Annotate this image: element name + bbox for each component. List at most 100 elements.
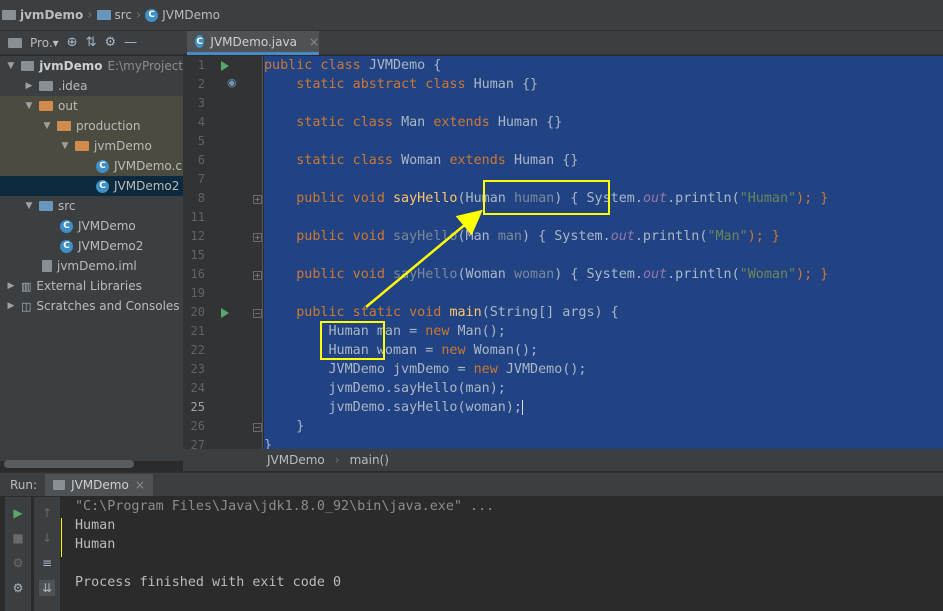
stop-icon[interactable]: ■ — [10, 530, 26, 546]
code-token: .println( — [634, 229, 708, 244]
breadcrumb-class[interactable]: JVMDemo — [267, 453, 325, 467]
nav-file-label: JVMDemo — [162, 8, 220, 22]
collapse-icon[interactable]: ⇅ — [86, 35, 97, 50]
breadcrumb-separator-icon: › — [334, 453, 340, 467]
breadcrumb-method[interactable]: main() — [350, 453, 389, 467]
fold-icon[interactable]: + — [253, 195, 262, 204]
settings-icon[interactable]: ⚙ — [10, 580, 26, 596]
fold-icon[interactable]: + — [253, 271, 262, 280]
tree-label: JVMDemo.c — [114, 159, 182, 173]
code-token: out — [610, 229, 635, 244]
code-editor[interactable]: public class JVMDemo { static abstract c… — [264, 56, 943, 449]
tree-item-scratches[interactable]: ▶ ◫ Scratches and Consoles — [0, 296, 183, 316]
tree-item-class-file-selected[interactable]: C JVMDemo2 — [0, 176, 183, 196]
code-token: sayHello — [393, 229, 458, 244]
line-number: 22 — [190, 343, 205, 357]
tree-label: jvmDemo.iml — [57, 259, 137, 273]
tree-item-root[interactable]: ▼ jvmDemo E:\myProject — [0, 56, 183, 76]
tree-item-iml[interactable]: jvmDemo.iml — [0, 256, 183, 276]
project-view-dropdown[interactable]: Pro.▾ — [30, 36, 59, 50]
fold-icon[interactable]: − — [253, 309, 262, 318]
module-folder-icon — [20, 61, 35, 71]
up-arrow-icon[interactable]: ↑ — [39, 505, 55, 521]
code-token: ); } — [796, 267, 829, 282]
source-folder-icon — [39, 201, 53, 211]
tree-item-class-file[interactable]: C JVMDemo.c — [0, 156, 183, 176]
expand-arrow-icon[interactable]: ▼ — [24, 201, 34, 211]
code-line: public void sayHello(Man man) { System.o… — [264, 227, 780, 246]
restore-layout-icon[interactable]: ⚙ — [10, 555, 26, 571]
target-icon[interactable]: ⊕ — [67, 35, 78, 50]
code-line: public class JVMDemo { — [264, 56, 441, 75]
run-config-icon — [53, 479, 66, 490]
fold-icon[interactable]: + — [253, 233, 262, 242]
run-main-icon[interactable] — [221, 308, 229, 318]
nav-project[interactable]: jvmDemo — [2, 8, 83, 22]
java-class-icon: C — [195, 35, 205, 48]
close-icon[interactable]: × — [135, 478, 145, 492]
implemented-icon[interactable]: ◉ — [227, 76, 237, 89]
hide-icon[interactable]: — — [124, 35, 137, 50]
code-token: new — [473, 362, 506, 377]
expand-arrow-icon[interactable]: ▼ — [42, 121, 52, 131]
tree-label: JVMDemo — [78, 219, 136, 233]
expand-arrow-icon[interactable]: ▼ — [60, 141, 70, 151]
tree-item-java-file[interactable]: C JVMDemo — [0, 216, 183, 236]
folder-icon — [75, 141, 89, 151]
code-token: main — [449, 305, 482, 320]
highlight-box-parameter — [483, 180, 610, 215]
code-token: jvmDemo.sayHello(man); — [264, 381, 506, 396]
line-number: 19 — [190, 286, 205, 300]
code-token: public class — [264, 58, 369, 73]
run-toolbar-left: ▶ ■ ⚙ ⚙ — [5, 497, 31, 611]
scroll-to-end-icon[interactable]: ⇊ — [39, 580, 55, 596]
line-number: 7 — [197, 172, 205, 186]
code-token: .println( — [667, 191, 740, 206]
tree-item-production[interactable]: ▼ production — [0, 116, 183, 136]
gear-icon[interactable]: ⚙ — [104, 35, 116, 50]
tree-label: JVMDemo2 — [78, 239, 144, 253]
java-class-icon: C — [145, 8, 159, 22]
nav-folder[interactable]: src — [96, 8, 132, 22]
code-token: out — [642, 191, 668, 206]
code-token: public void — [264, 191, 393, 206]
tree-label: jvmDemo — [94, 139, 152, 153]
tree-item-out[interactable]: ▼ out — [0, 96, 183, 116]
editor-tab-bar: C JVMDemo.java × — [183, 31, 943, 55]
rerun-icon[interactable]: ▶ — [10, 505, 26, 521]
expand-arrow-icon[interactable]: ▼ — [6, 61, 16, 71]
expand-arrow-icon[interactable]: ▶ — [6, 301, 16, 311]
line-number: 15 — [190, 248, 205, 262]
console-output-line: Human — [75, 518, 116, 533]
down-arrow-icon[interactable]: ↓ — [39, 530, 55, 546]
console-output-line: Human — [75, 537, 116, 552]
tree-item-idea[interactable]: ▶ .idea — [0, 76, 183, 96]
highlight-box-static-type — [320, 321, 385, 360]
soft-wrap-icon[interactable]: ≡ — [39, 555, 55, 571]
expand-arrow-icon[interactable]: ▶ — [6, 281, 16, 291]
run-console[interactable]: "C:\Program Files\Java\jdk1.8.0_92\bin\j… — [62, 497, 943, 611]
close-icon[interactable]: × — [309, 35, 319, 49]
tree-horizontal-scrollbar[interactable] — [4, 460, 134, 468]
tree-item-java-file[interactable]: C JVMDemo2 — [0, 236, 183, 256]
expand-arrow-icon[interactable]: ▼ — [24, 101, 34, 111]
run-tab-jvmdemo[interactable]: JVMDemo × — [45, 473, 153, 496]
fold-icon[interactable]: − — [253, 423, 262, 432]
code-line: Human woman = new Woman(); — [264, 341, 538, 360]
code-token: JVMDemo jvmDemo = — [264, 362, 474, 377]
code-token: Man — [401, 115, 434, 130]
code-token: jvmDemo.sayHello(woman); — [264, 400, 522, 415]
code-token: } — [264, 419, 305, 434]
module-file-icon — [42, 260, 52, 272]
expand-arrow-icon[interactable]: ▶ — [24, 81, 34, 91]
nav-file[interactable]: C JVMDemo — [145, 8, 220, 22]
tree-item-src[interactable]: ▼ src — [0, 196, 183, 216]
code-token: woman — [513, 267, 555, 282]
tree-label: Scratches and Consoles — [36, 299, 180, 313]
tab-jvmdemo-java[interactable]: C JVMDemo.java × — [187, 31, 319, 55]
run-class-icon[interactable] — [221, 61, 229, 71]
tree-item-external-libraries[interactable]: ▶ ▥ External Libraries — [0, 276, 183, 296]
code-token: } — [264, 438, 273, 449]
line-number: 2 — [197, 77, 205, 91]
tree-item-jvmdemo-folder[interactable]: ▼ jvmDemo — [0, 136, 183, 156]
